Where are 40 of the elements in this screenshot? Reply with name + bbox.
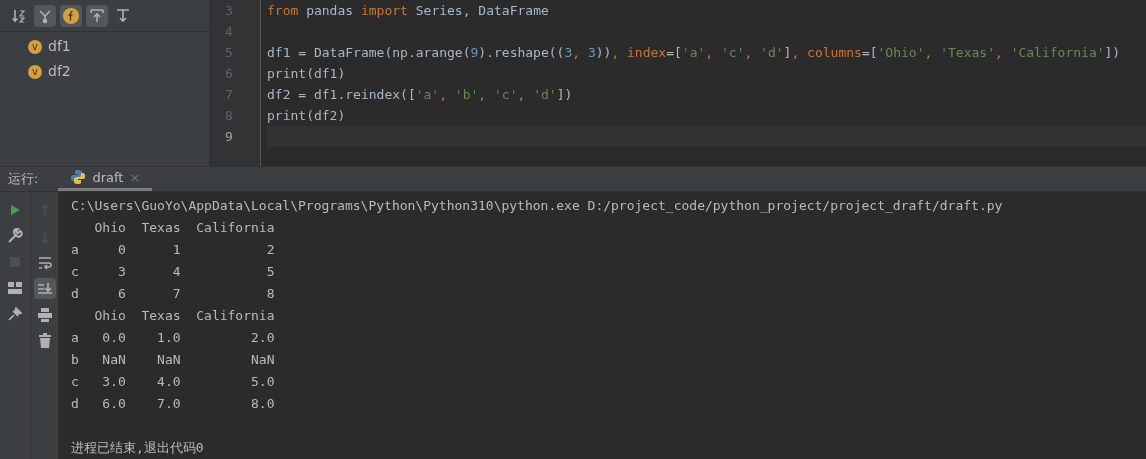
output-line: a 0.0 1.0 2.0 [71,329,275,347]
code-line: print(df1) [267,65,347,83]
variable-badge: v [28,39,42,54]
scroll-to-end-icon [36,280,53,297]
output-line: c 3 4 5 [71,263,275,281]
soft-wrap-icon [36,254,53,271]
toolbar-button[interactable] [60,4,82,27]
tree-item[interactable]: v df1 [28,36,209,57]
code-line: df2 = df1.reindex(['a', 'b', 'c', 'd']) [267,86,574,104]
layout-icon [7,280,23,296]
printer-icon [36,306,53,323]
arrow-down-bar-icon [115,7,131,24]
line-number: 9 [224,128,234,146]
output-line: C:\Users\GuoYo\AppData\Local\Programs\Python\Python310\python.exe D:/project_code/python_project/project_draft/draft.py [71,197,1003,215]
code-line: from pandas import Series, DataFrame [267,2,550,20]
code-line: print(df2) [267,107,347,125]
output-line: b NaN NaN NaN [71,351,275,369]
pin-icon [7,306,23,322]
code-line: df1 = DataFrame(np.arange(9).reshape((3, 3)), index=['a', 'c', 'd'], columns=['Ohio', 'Texas', 'California']) [267,44,1122,62]
trash-icon [37,332,52,349]
run-icon [8,203,22,217]
wrench-icon [7,228,23,244]
output-line: Ohio Texas California [93,307,275,325]
output-line: Ohio Texas California [93,219,275,237]
branch-icon [37,7,53,24]
tool-button[interactable] [33,278,56,299]
output-line: c 3.0 4.0 5.0 [71,373,275,391]
output-line: a 0 1 2 [71,241,275,259]
tree-item[interactable]: v df2 [28,61,209,82]
function-badge-icon [62,6,80,25]
run-label: 运行: [7,170,40,188]
variable-badge: v [28,64,42,79]
toolbar-button[interactable] [86,4,108,27]
sort-icon [11,7,27,24]
output-line: d 6 7 8 [71,285,275,303]
python-icon [70,169,87,186]
toolbar-button[interactable] [34,4,56,27]
arrow-up-bar-icon [89,7,105,24]
exit-message: 进程已结束,退出代码0 [71,439,204,457]
output-line: d 6.0 7.0 8.0 [71,395,275,413]
